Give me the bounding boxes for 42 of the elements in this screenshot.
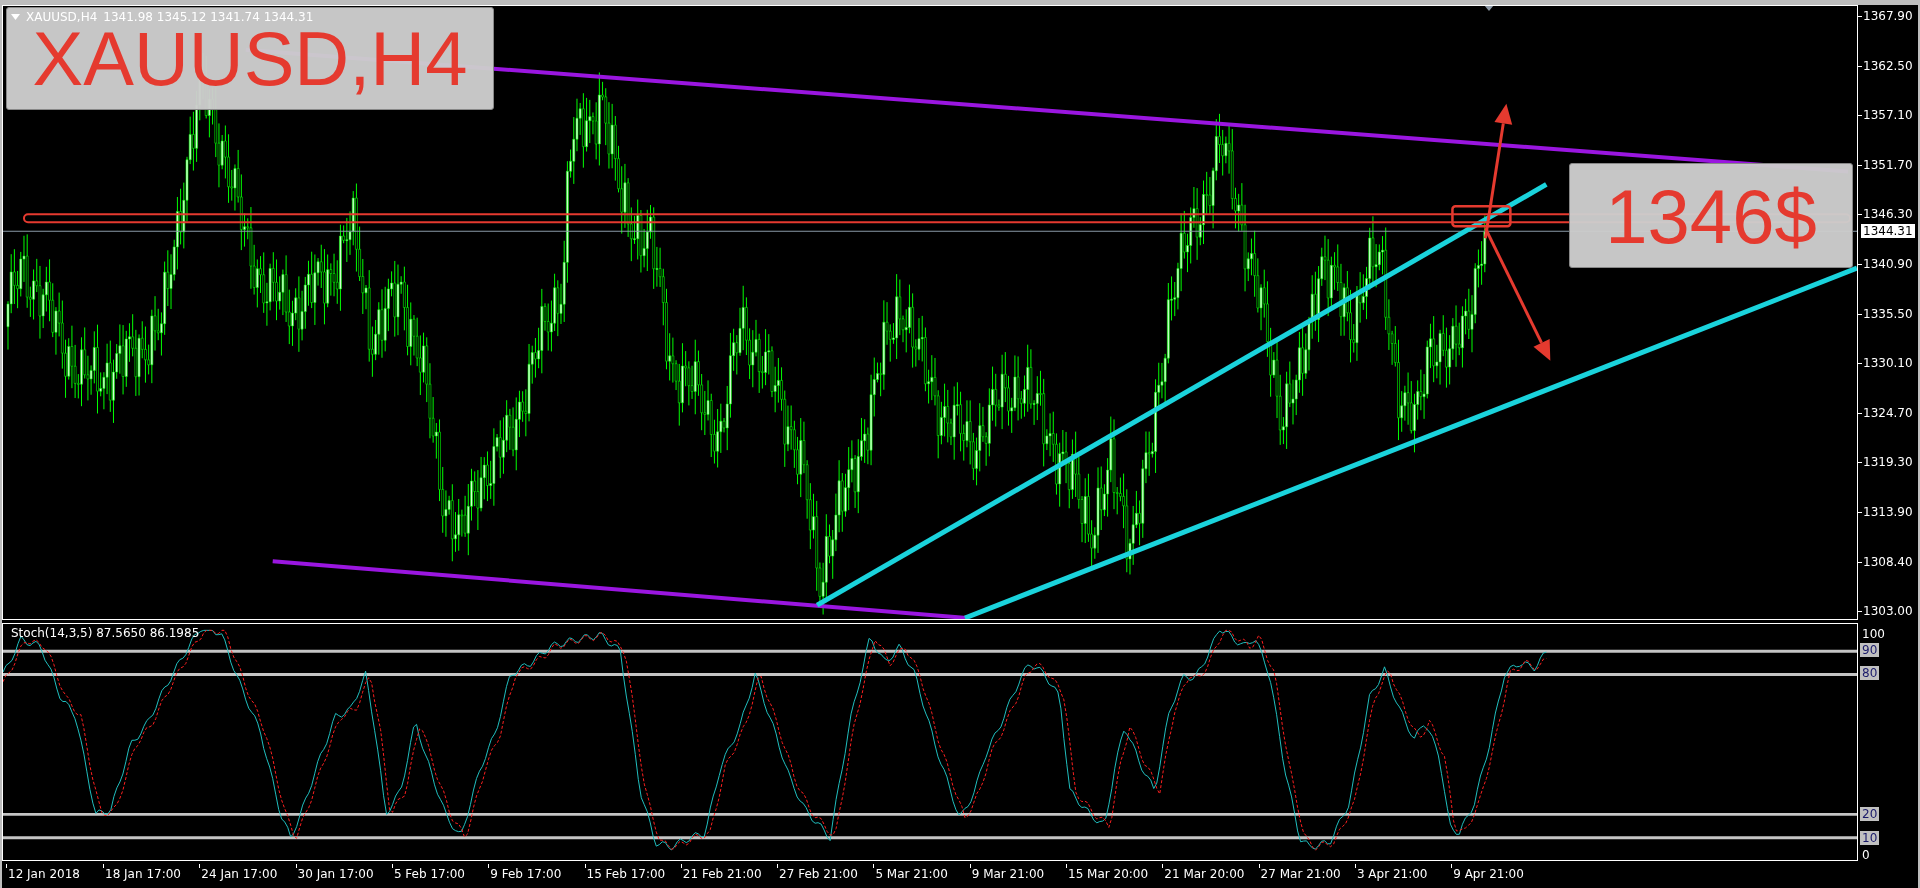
dropdown-triangle-icon[interactable] (11, 14, 20, 20)
ohlc-values: 1341.98 1345.12 1341.74 1344.31 (103, 10, 314, 24)
level-label: 90 (1860, 643, 1880, 657)
time-axis-label: 21 Feb 21:00 (682, 867, 762, 881)
price-axis-label: 1335.50 (1863, 306, 1913, 321)
price-axis-label: 1319.30 (1863, 455, 1913, 470)
current-price-label: 1344.31 (1861, 224, 1915, 238)
time-axis-label: 9 Mar 21:00 (971, 867, 1045, 881)
time-axis-label: 18 Jan 17:00 (105, 867, 181, 881)
level-label: 80 (1860, 666, 1880, 680)
price-axis-label: 1324.70 (1863, 405, 1913, 420)
time-axis-label: 15 Mar 20:00 (1068, 867, 1149, 881)
time-axis-label: 12 Jan 2018 (8, 867, 80, 881)
time-axis-label: 9 Feb 17:00 (490, 867, 562, 881)
time-axis-label: 21 Mar 20:00 (1164, 867, 1245, 881)
level-label: 10 (1860, 831, 1880, 845)
price-axis-label: 1313.90 (1863, 505, 1913, 519)
scale-label: 0 (1862, 848, 1870, 862)
triangle-marker-icon (1484, 6, 1494, 11)
price-axis-label: 1362.50 (1863, 58, 1913, 73)
time-axis-label: 24 Jan 17:00 (201, 867, 278, 881)
price-axis-label: 1357.10 (1863, 108, 1913, 123)
time-axis-label: 5 Feb 17:00 (393, 867, 465, 881)
price-axis-label: 1303.00 (1863, 604, 1913, 619)
time-axis-label: 27 Feb 21:00 (779, 867, 858, 881)
time-axis-label: 27 Mar 21:00 (1260, 867, 1341, 881)
time-axis-label: 9 Apr 21:00 (1453, 867, 1524, 881)
level-label: 20 (1860, 807, 1880, 821)
price-axis-label: 1340.90 (1863, 257, 1913, 271)
scale-label: 100 (1862, 627, 1885, 641)
time-axis-label: 30 Jan 17:00 (297, 867, 374, 881)
symbol-title: XAUUSD,H4 (26, 10, 98, 24)
price-axis-label: 1330.10 (1863, 356, 1913, 371)
price-axis-label: 1367.90 (1863, 9, 1913, 23)
time-axis-label: 5 Mar 21:00 (875, 867, 948, 881)
time-axis-label: 3 Apr 21:00 (1356, 867, 1428, 881)
price-axis-label: 1308.40 (1863, 554, 1913, 569)
indicator-label: Stoch(14,3,5) 87.5650 86.1985 (11, 626, 200, 640)
price-label: 1346$ (1569, 163, 1853, 268)
time-axis-label: 15 Feb 17:00 (586, 867, 666, 881)
price-axis-label: 1346.30 (1863, 207, 1913, 222)
price-axis-label: 1351.70 (1863, 157, 1913, 172)
